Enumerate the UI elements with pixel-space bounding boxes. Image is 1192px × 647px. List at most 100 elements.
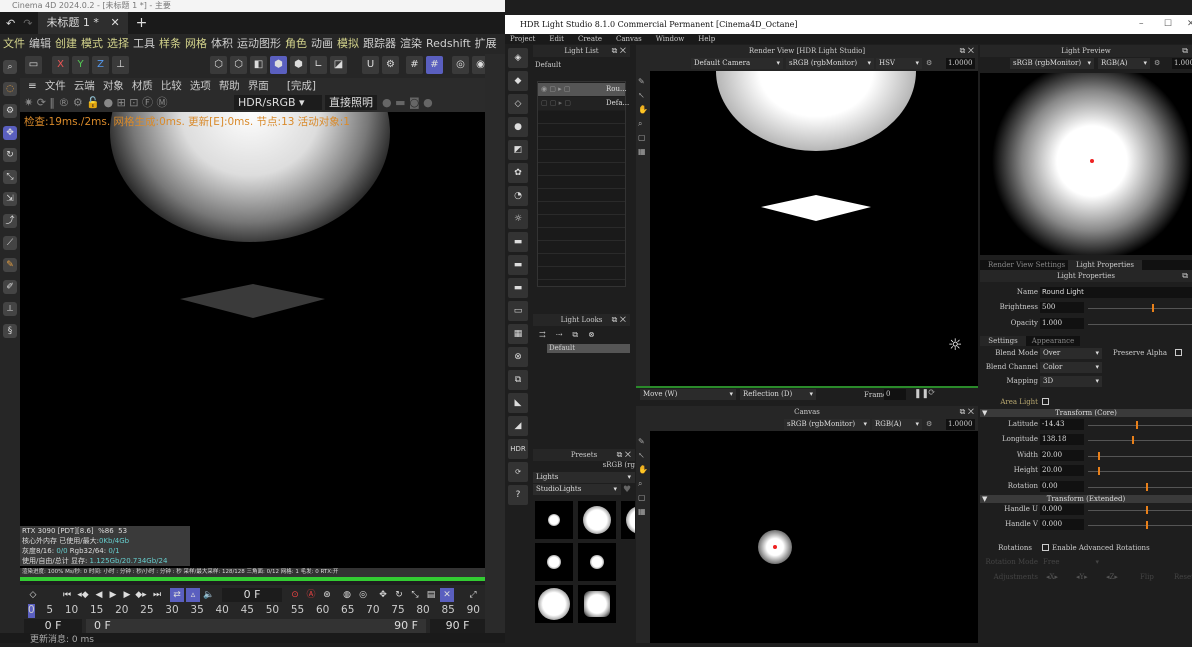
menu-create[interactable]: Create: [578, 34, 602, 44]
bend-icon[interactable]: ⤴: [3, 214, 17, 228]
goto-end-icon[interactable]: ⏭: [150, 588, 164, 602]
preview-channel-select[interactable]: RGB(A): [1098, 58, 1150, 69]
undo-icon[interactable]: ↶: [6, 17, 15, 30]
menu-mograph[interactable]: 运动图形: [237, 34, 281, 54]
close-icon[interactable]: ✕: [110, 16, 119, 29]
new-tab-icon[interactable]: +: [136, 15, 148, 31]
measure-icon[interactable]: ⟂: [3, 302, 17, 316]
vp-menu-interface[interactable]: 界面: [248, 78, 269, 94]
color-space-select[interactable]: HDR/sRGB ▾: [234, 95, 322, 110]
canvas-channel-select[interactable]: RGB(A): [872, 419, 922, 430]
menu-mode[interactable]: 模式: [81, 34, 103, 54]
flip-button[interactable]: Flip: [1140, 573, 1154, 581]
gear-icon[interactable]: ⚙: [3, 104, 17, 118]
duplicate-icon[interactable]: ⧉: [508, 370, 528, 390]
spline-pen-icon[interactable]: §: [3, 324, 17, 338]
preset-thumb[interactable]: [578, 501, 616, 539]
play-icon[interactable]: ▶: [106, 588, 120, 602]
presets-category-select[interactable]: Lights: [533, 472, 635, 483]
add-spot-icon[interactable]: ◇: [508, 94, 528, 114]
document-tab[interactable]: 未标题 1 * ✕: [38, 12, 128, 34]
key-rot-icon[interactable]: ↻: [392, 588, 406, 602]
menu-canvas[interactable]: Canvas: [616, 34, 642, 44]
graph-icon[interactable]: ⤢: [466, 588, 480, 602]
menu-file[interactable]: 文件: [3, 34, 25, 54]
latitude-slider[interactable]: [1088, 421, 1192, 429]
panel-float-icon[interactable]: ⧉: [1182, 270, 1188, 282]
menu-render[interactable]: 渲染: [400, 34, 422, 54]
presets-subcategory-select[interactable]: StudioLights: [533, 484, 621, 495]
exposure-icon[interactable]: ⚙: [1154, 59, 1160, 67]
menu-tools[interactable]: 工具: [133, 34, 155, 54]
subtab-settings[interactable]: Settings: [980, 336, 1026, 346]
adjust-z[interactable]: ◂Z▸: [1106, 573, 1118, 581]
keyframe-icon[interactable]: ◇: [26, 588, 40, 602]
range-end-field[interactable]: 90 F: [430, 619, 485, 633]
vp-menu-objects[interactable]: 对象: [103, 78, 124, 94]
knife-icon[interactable]: ⟋: [3, 236, 17, 250]
menu-extensions[interactable]: 扩展: [475, 34, 497, 54]
maximize-button[interactable]: ☐: [1164, 15, 1172, 34]
hdr-sync-icon[interactable]: ⟳: [508, 462, 528, 482]
menu-spline[interactable]: 样条: [159, 34, 181, 54]
canvas-color-space-select[interactable]: sRGB (rgbMonitor): [784, 419, 870, 430]
grid-icon[interactable]: #: [406, 56, 423, 74]
delete-icon[interactable]: ⊗: [508, 347, 528, 367]
panel-close-icon[interactable]: ⧉ ✕: [612, 45, 626, 57]
gradient-3-icon[interactable]: ▬: [508, 278, 528, 298]
preset-thumb[interactable]: [578, 585, 616, 623]
adjust-y[interactable]: ◂Y▸: [1076, 573, 1088, 581]
render-region-icon[interactable]: ◎: [452, 56, 469, 74]
rotation-mode-select[interactable]: Free: [1040, 557, 1102, 568]
favorite-icon[interactable]: ♥: [623, 485, 631, 495]
range-icon[interactable]: ▵: [186, 588, 200, 602]
select-icon[interactable]: ◌: [3, 82, 17, 96]
polygons-mode-icon[interactable]: ◧: [250, 56, 267, 74]
blend-channel-select[interactable]: Color: [1040, 362, 1102, 373]
vp-menu-help[interactable]: 帮助: [219, 78, 240, 94]
frame-field[interactable]: 0: [884, 389, 906, 400]
menu-animate[interactable]: 动画: [311, 34, 333, 54]
menu-edit[interactable]: Edit: [549, 34, 564, 44]
key-param-icon[interactable]: ▤: [424, 588, 438, 602]
area-light-checkbox[interactable]: [1042, 398, 1049, 405]
longitude-field[interactable]: 138.18: [1040, 434, 1084, 445]
solo-icon[interactable]: ◪: [330, 56, 347, 74]
adjust-x[interactable]: ◂X▸: [1046, 573, 1058, 581]
magnet-icon[interactable]: U: [362, 56, 379, 74]
vp-menu-file[interactable]: 文件: [45, 78, 66, 94]
light-item-round[interactable]: ◉ ▢ ▸ ▢ Rou...: [538, 83, 627, 96]
panel-float-icon[interactable]: ⧉: [1182, 45, 1188, 57]
latitude-field[interactable]: -14.43: [1040, 419, 1084, 430]
height-field[interactable]: 20.00: [1040, 465, 1084, 476]
frame-ruler[interactable]: 0 5 10 15 20 25 30 35 40 45 50 55 60 65 70 75 80 85 90: [28, 604, 480, 618]
vp-menu-materials[interactable]: 材质: [132, 78, 153, 94]
advanced-rotations-checkbox[interactable]: [1042, 544, 1049, 551]
handle-u-field[interactable]: 0.000: [1040, 504, 1084, 515]
lighting-mode-select[interactable]: 直接照明▾: [325, 95, 377, 124]
looks-actions[interactable]: ⇉⇢⧉⊗: [533, 326, 630, 344]
brush-icon[interactable]: ✐: [3, 280, 17, 294]
render-controls-icons[interactable]: ✷ ⟳ ‖ ® ⚙ 🔓 ● ⊞ ⊡ Ⓕ Ⓜ: [24, 94, 168, 112]
transform-icon[interactable]: ⇲: [3, 192, 17, 206]
panel-close-icon[interactable]: ⧉ ✕: [612, 314, 626, 326]
placement-mode-select[interactable]: Reflection (D): [740, 389, 816, 400]
gradient-1-icon[interactable]: ▬: [508, 232, 528, 252]
curve-light-icon[interactable]: ◢: [508, 416, 528, 436]
search-icon[interactable]: ⌕: [3, 60, 17, 74]
vp-menu-cloud[interactable]: 云端: [74, 78, 95, 94]
menu-simulate[interactable]: 模拟: [337, 34, 359, 54]
goto-start-icon[interactable]: ⏮: [60, 588, 74, 602]
blend-mode-select[interactable]: Over: [1040, 348, 1102, 359]
autokey-icon[interactable]: Ⓐ: [304, 588, 318, 602]
loop-icon[interactable]: ⇄: [170, 588, 184, 602]
preview-exposure-field[interactable]: 1.0000: [1172, 58, 1192, 69]
menu-character[interactable]: 角色: [285, 34, 307, 54]
sound-icon[interactable]: 🔈: [202, 588, 216, 602]
vp-menu-options[interactable]: 选项: [190, 78, 211, 94]
handle-u-slider[interactable]: [1088, 506, 1192, 514]
paint-icon[interactable]: ✎: [3, 258, 17, 272]
add-sun-icon[interactable]: ☼: [508, 209, 528, 229]
look-item[interactable]: Default: [547, 344, 630, 353]
camera-icons[interactable]: ● ▬ ◙ ●: [382, 94, 433, 112]
